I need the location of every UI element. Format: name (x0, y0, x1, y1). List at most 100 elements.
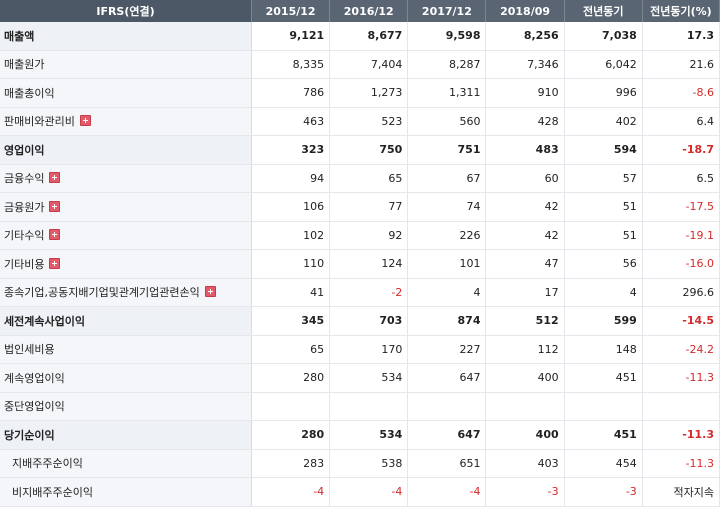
value-cell: 124 (329, 249, 409, 279)
row-label: 기타수익 (4, 229, 45, 243)
expand-plus-icon[interactable] (79, 115, 91, 127)
row-label-cell: 영업이익 (0, 135, 253, 165)
value-cell: 21.6 (642, 50, 720, 79)
value-cell: 42 (485, 192, 565, 222)
table-row: 금융원가 106 77 74 42 51 -17.5 (0, 192, 720, 222)
row-label-cell[interactable]: 금융원가 (0, 192, 253, 222)
value-cell: 651 (407, 449, 487, 478)
value-cell: -2 (329, 278, 409, 307)
row-label-cell[interactable]: 종속기업,공동지배기업및관계기업관련손익 (0, 278, 253, 307)
header-label: IFRS(연결) (0, 0, 253, 22)
value-cell: 94 (251, 164, 331, 193)
value-cell: -16.0 (642, 249, 720, 279)
value-cell: 226 (407, 221, 487, 250)
value-cell: 170 (329, 335, 409, 364)
value-cell: -4 (329, 477, 409, 507)
value-cell: 4 (407, 278, 487, 307)
value-cell: 647 (407, 363, 487, 393)
value-cell: 534 (329, 420, 409, 450)
value-cell: 560 (407, 107, 487, 136)
value-cell: 65 (251, 335, 331, 364)
value-cell: 283 (251, 449, 331, 478)
value-cell: 4 (564, 278, 643, 307)
table-row: 세전계속사업이익 345 703 874 512 599 -14.5 (0, 306, 720, 336)
row-label-cell[interactable]: 기타수익 (0, 221, 253, 250)
value-cell: 538 (329, 449, 409, 478)
value-cell: 483 (485, 135, 565, 165)
table-row: 기타수익 102 92 226 42 51 -19.1 (0, 221, 720, 250)
value-cell: 910 (485, 78, 565, 108)
value-cell (329, 392, 409, 421)
value-cell: -19.1 (642, 221, 720, 250)
row-label: 비지배주주순이익 (12, 485, 93, 499)
value-cell: 9,121 (251, 22, 331, 51)
expand-plus-icon[interactable] (49, 200, 61, 212)
expand-plus-icon[interactable] (204, 286, 216, 298)
value-cell: 8,677 (329, 22, 409, 51)
table-row: 영업이익 323 750 751 483 594 -18.7 (0, 135, 720, 165)
row-label: 종속기업,공동지배기업및관계기업관련손익 (4, 286, 200, 300)
value-cell: 110 (251, 249, 331, 279)
financial-statement-table: IFRS(연결) 2015/12 2016/12 2017/12 2018/09… (0, 0, 720, 507)
value-cell: 996 (564, 78, 643, 108)
table-row: 지배주주순이익 283 538 651 403 454 -11.3 (0, 449, 720, 478)
value-cell (407, 392, 487, 421)
value-cell: 56 (564, 249, 643, 279)
value-cell: 57 (564, 164, 643, 193)
value-cell: 402 (564, 107, 643, 136)
value-cell: 8,335 (251, 50, 331, 79)
value-cell: -11.3 (642, 449, 720, 478)
value-cell: 6.5 (642, 164, 720, 193)
value-cell (564, 392, 643, 421)
table-row: 계속영업이익 280 534 647 400 451 -11.3 (0, 363, 720, 393)
table-row: 매출총이익 786 1,273 1,311 910 996 -8.6 (0, 78, 720, 108)
row-label-cell: 매출액 (0, 22, 253, 51)
row-label-cell[interactable]: 판매비와관리비 (0, 107, 253, 136)
value-cell: 112 (485, 335, 565, 364)
table-row: 기타비용 110 124 101 47 56 -16.0 (0, 249, 720, 279)
value-cell: 60 (485, 164, 565, 193)
value-cell: 403 (485, 449, 565, 478)
value-cell: 42 (485, 221, 565, 250)
table-header-row: IFRS(연결) 2015/12 2016/12 2017/12 2018/09… (0, 0, 720, 22)
expand-plus-icon[interactable] (49, 257, 61, 269)
column-header: 2018/09 (485, 0, 565, 22)
table-row: 법인세비용 65 170 227 112 148 -24.2 (0, 335, 720, 364)
table-row: 매출액 9,121 8,677 9,598 8,256 7,038 17.3 (0, 22, 720, 51)
table-row: 매출원가 8,335 7,404 8,287 7,346 6,042 21.6 (0, 50, 720, 79)
row-label: 매출액 (4, 29, 35, 43)
expand-plus-icon[interactable] (49, 172, 61, 184)
row-label-cell: 세전계속사업이익 (0, 306, 253, 336)
value-cell: 400 (485, 420, 565, 450)
table-row: 종속기업,공동지배기업및관계기업관련손익 41 -2 4 17 4 296.6 (0, 278, 720, 307)
value-cell: -24.2 (642, 335, 720, 364)
row-label-cell: 매출총이익 (0, 78, 253, 108)
row-label: 매출원가 (4, 58, 45, 72)
column-header: 2015/12 (251, 0, 331, 22)
value-cell: 7,404 (329, 50, 409, 79)
value-cell: 7,038 (564, 22, 643, 51)
value-cell (642, 392, 720, 421)
value-cell: 106 (251, 192, 331, 222)
row-label: 판매비와관리비 (4, 115, 75, 129)
row-label-cell: 계속영업이익 (0, 363, 253, 393)
value-cell: -4 (251, 477, 331, 507)
value-cell: 296.6 (642, 278, 720, 307)
value-cell: 8,256 (485, 22, 565, 51)
row-label-cell[interactable]: 기타비용 (0, 249, 253, 279)
value-cell: 599 (564, 306, 643, 336)
row-label: 지배주주순이익 (12, 457, 83, 471)
value-cell: 280 (251, 420, 331, 450)
value-cell: 102 (251, 221, 331, 250)
value-cell: 428 (485, 107, 565, 136)
value-cell: 17 (485, 278, 565, 307)
table-row: 금융수익 94 65 67 60 57 6.5 (0, 164, 720, 193)
row-label-cell: 비지배주주순이익 (0, 477, 253, 507)
row-label-cell[interactable]: 금융수익 (0, 164, 253, 193)
expand-plus-icon[interactable] (49, 229, 61, 241)
value-cell: 534 (329, 363, 409, 393)
value-cell: 400 (485, 363, 565, 393)
value-cell: 적자지속 (642, 477, 720, 507)
value-cell: 101 (407, 249, 487, 279)
row-label-cell: 지배주주순이익 (0, 449, 253, 478)
